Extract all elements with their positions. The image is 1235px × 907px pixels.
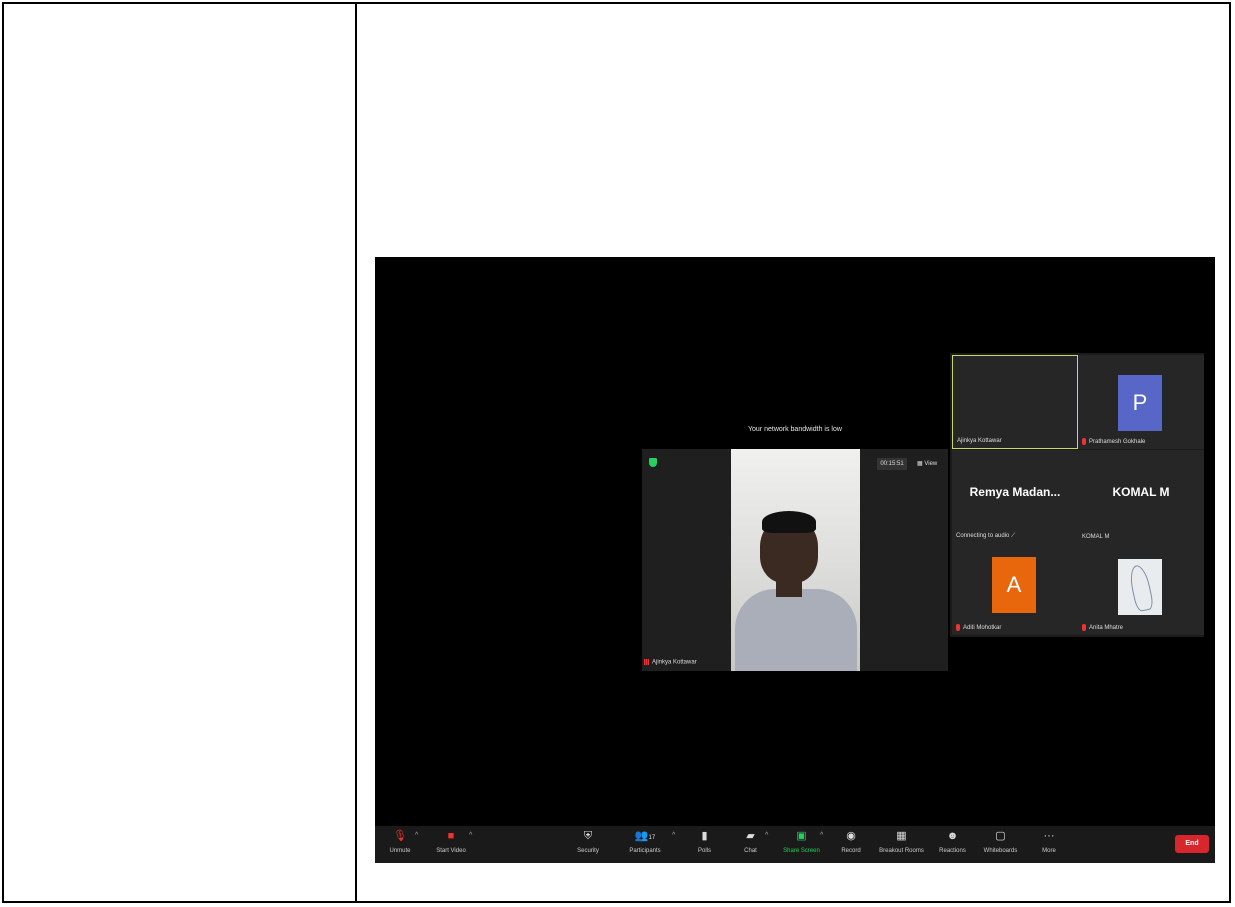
reactions-button[interactable]: ☻ Reactions [935, 829, 970, 854]
column-divider [355, 2, 357, 903]
tile-name: Prathamesh Gokhale [1082, 437, 1145, 445]
emoji-icon: ☻ [946, 830, 959, 842]
chevron-up-icon[interactable]: ^ [469, 832, 472, 839]
person-body [735, 589, 857, 671]
record-button[interactable]: ◉ Record [837, 829, 865, 854]
sketch-avatar [1118, 559, 1162, 615]
security-button[interactable]: ⛨ Security [573, 829, 603, 854]
mic-muted-icon [1082, 623, 1086, 631]
chevron-up-icon[interactable]: ^ [765, 832, 768, 839]
meeting-timer: 00:15:51 [877, 458, 907, 470]
connecting-icon: ⟋ [1011, 533, 1016, 539]
mic-muted-icon [1082, 437, 1086, 445]
tile-anita[interactable]: Anita Mhatre [1078, 541, 1204, 635]
tile-remya[interactable]: Remya Madan... Connecting to audio ⟋ [952, 450, 1078, 544]
tile-name: Aditi Mohotkar [956, 623, 1001, 631]
avatar: P [1118, 375, 1162, 431]
mic-muted-icon: 🎙︎ [393, 830, 407, 842]
end-meeting-button[interactable]: End [1175, 835, 1209, 853]
whiteboard-icon: ▢ [995, 830, 1006, 842]
zoom-meeting-screenshot: Your network bandwidth is low 00:15:51 ▦… [375, 257, 1215, 863]
tile-display-name: Remya Madan... [969, 485, 1061, 499]
share-screen-button[interactable]: ▣ Share Screen [779, 829, 824, 854]
tile-komal[interactable]: KOMAL M KOMAL M [1078, 450, 1204, 544]
chevron-up-icon[interactable]: ^ [820, 832, 823, 839]
more-dots-icon: ··· [1043, 830, 1055, 842]
unmute-button[interactable]: 🎙︎ Unmute [385, 829, 415, 854]
share-screen-icon: ▣ [796, 830, 807, 842]
view-button[interactable]: ▦ View [917, 458, 937, 470]
video-off-icon: ■ [447, 830, 455, 842]
tile-name: Ajinkya Kottawar [957, 438, 1002, 444]
tile-aditi[interactable]: A Aditi Mohotkar [952, 541, 1078, 635]
start-video-button[interactable]: ■ Start Video [430, 829, 472, 854]
tile-name: Connecting to audio ⟋ [956, 533, 1016, 539]
view-label: View [924, 461, 938, 467]
person-hair [762, 511, 816, 533]
gallery-grid: Ajinkya Kottawar P Prathamesh Gokhale Re… [950, 353, 1204, 637]
avatar: A [992, 557, 1036, 613]
tile-display-name: KOMAL M [1112, 485, 1170, 499]
tile-name: Anita Mhatre [1082, 623, 1123, 631]
chat-icon: ▰ [746, 830, 755, 842]
signal-icon [644, 659, 649, 665]
breakout-rooms-icon: ▦ [896, 830, 907, 842]
whiteboards-button[interactable]: ▢ Whiteboards [978, 829, 1023, 854]
mic-muted-icon [956, 623, 960, 631]
chevron-up-icon[interactable]: ^ [672, 832, 675, 839]
tile-name: KOMAL M [1082, 534, 1110, 540]
tile-ajinkya[interactable]: Ajinkya Kottawar [952, 355, 1078, 449]
polls-button[interactable]: ▮ Polls [692, 829, 717, 854]
chat-button[interactable]: ▰ Chat [738, 829, 763, 854]
tile-prathamesh[interactable]: P Prathamesh Gokhale [1078, 355, 1204, 449]
speaker-video [731, 449, 860, 671]
record-icon: ◉ [846, 830, 856, 842]
active-speaker-panel[interactable]: 00:15:51 ▦ View Ajinkya Kottawar [642, 449, 948, 671]
people-icon: 👥17 [634, 830, 656, 842]
more-button[interactable]: ··· More [1035, 829, 1063, 854]
participants-button[interactable]: 👥17 Participants [625, 829, 665, 854]
shield-icon: ⛨ [583, 830, 593, 842]
chevron-up-icon[interactable]: ^ [415, 832, 418, 839]
speaker-name: Ajinkya Kottawar [644, 659, 697, 666]
meeting-toolbar: 🎙︎ Unmute ^ ■ Start Video ^ ⛨ Security 👥17 P… [375, 826, 1215, 863]
encryption-shield-icon [649, 458, 657, 467]
breakout-rooms-button[interactable]: ▦ Breakout Rooms [875, 829, 928, 854]
bar-chart-icon: ▮ [701, 830, 708, 842]
